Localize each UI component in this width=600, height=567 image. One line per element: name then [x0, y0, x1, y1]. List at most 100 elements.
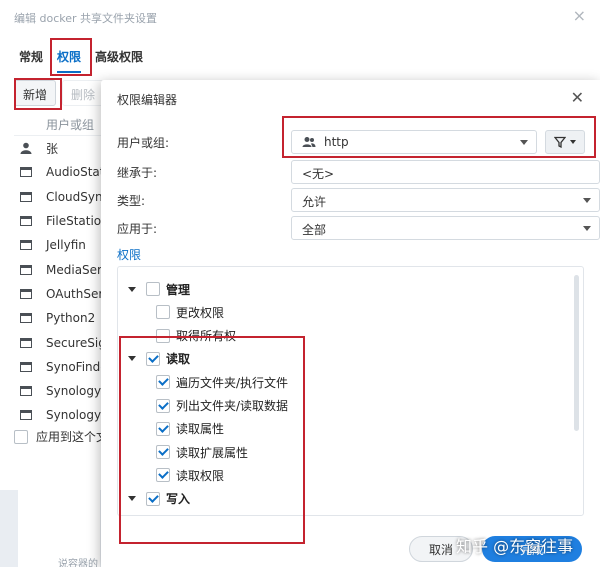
- tree-item-label: 读取权限: [176, 468, 225, 483]
- tree-item-row[interactable]: 列出文件夹/读取数据: [156, 396, 288, 416]
- list-item-label: Jellyfin: [46, 238, 86, 253]
- list-item-label: Python2: [46, 311, 96, 326]
- checkbox-unchecked[interactable]: [146, 282, 160, 296]
- list-item[interactable]: SynologyA: [14, 379, 114, 403]
- list-item-label: SynoFinde: [46, 359, 108, 374]
- close-icon[interactable]: ×: [573, 6, 586, 25]
- checkbox-unchecked[interactable]: [156, 305, 170, 320]
- list-item-label: CloudSync: [46, 189, 110, 204]
- tree-item-label: 读取属性: [176, 422, 225, 437]
- list-item[interactable]: 张: [14, 136, 114, 160]
- checkbox-checked[interactable]: [156, 445, 170, 460]
- list-item-label: SynologyA: [46, 384, 110, 399]
- list-item-label: AudioStat: [46, 165, 105, 180]
- app-window-icon: [14, 410, 38, 421]
- list-header: 用户或组: [14, 112, 114, 136]
- tree-item-label: 读取: [166, 352, 191, 367]
- app-window-icon: [14, 264, 38, 275]
- inherit-label: 继承于:: [117, 166, 158, 180]
- app-window-icon: [14, 386, 38, 397]
- apply-to-subfolders[interactable]: 应用到这个文: [14, 428, 108, 445]
- expand-arrow-icon[interactable]: [128, 286, 136, 292]
- type-value: 允许: [302, 195, 327, 209]
- list-item[interactable]: FileStation: [14, 209, 114, 233]
- list-item[interactable]: MediaServ: [14, 257, 114, 281]
- filter-icon: [554, 136, 566, 148]
- checkbox-checked[interactable]: [156, 421, 170, 436]
- list-item[interactable]: Jellyfin: [14, 233, 114, 257]
- app-window-icon: [14, 337, 38, 348]
- app-window-icon: [14, 288, 38, 299]
- user-icon: [14, 142, 38, 155]
- tab-general[interactable]: 常规: [12, 40, 50, 72]
- expand-arrow-icon[interactable]: [128, 356, 136, 362]
- tree-item-label: 写入: [166, 492, 191, 507]
- apply-to-select[interactable]: 全部: [291, 216, 600, 240]
- dialog-title: 权限编辑器: [117, 93, 178, 107]
- tree-item-label: 读取扩展属性: [176, 445, 249, 460]
- tree-item-row[interactable]: 更改权限: [156, 302, 224, 322]
- tree-group-row[interactable]: 写入: [128, 489, 190, 509]
- inherit-field: <无>: [291, 160, 600, 184]
- tree-scrollbar[interactable]: [574, 275, 579, 431]
- list-item[interactable]: SynoFinde: [14, 355, 114, 379]
- user-group-select[interactable]: http: [291, 130, 537, 154]
- permission-tree: 管理更改权限取得所有权读取遍历文件夹/执行文件列出文件夹/读取数据读取属性读取扩…: [117, 266, 584, 516]
- add-button[interactable]: 新增: [14, 80, 57, 106]
- expand-arrow-icon[interactable]: [128, 496, 136, 502]
- user-group-label: 用户或组:: [117, 136, 170, 150]
- type-label: 类型:: [117, 194, 146, 208]
- list-item-label: MediaServ: [46, 262, 110, 277]
- permission-toolbar: 新增 删除: [14, 80, 105, 106]
- app-window-icon: [14, 167, 38, 178]
- filter-button[interactable]: [545, 130, 585, 154]
- app-window-icon: [14, 313, 38, 324]
- checkbox-checked[interactable]: [156, 468, 170, 483]
- checkbox-checked[interactable]: [156, 375, 170, 390]
- checkbox-checked[interactable]: [146, 351, 160, 366]
- inherit-value: <无>: [302, 167, 335, 181]
- tree-item-label: 取得所有权: [176, 329, 237, 344]
- list-item[interactable]: Python2: [14, 306, 114, 330]
- delete-button[interactable]: 删除: [62, 80, 105, 106]
- tree-item-row[interactable]: 遍历文件夹/执行文件: [156, 372, 288, 392]
- list-item[interactable]: SecureSig: [14, 330, 114, 354]
- tree-item-label: 管理: [166, 282, 191, 297]
- chevron-down-icon: [583, 198, 591, 203]
- app-window-icon: [14, 361, 38, 372]
- apply-to-label: 应用于:: [117, 222, 158, 236]
- apply-label: 应用到这个文: [36, 430, 109, 444]
- group-users-icon: [302, 137, 316, 147]
- permission-editor-dialog: 权限编辑器 ✕ 用户或组: http 继承于: <无> 类型: 允许 应用于: …: [101, 80, 600, 567]
- type-select[interactable]: 允许: [291, 188, 600, 212]
- list-item[interactable]: SynologyF: [14, 403, 114, 427]
- tree-item-row[interactable]: 读取属性: [156, 419, 224, 439]
- tree-item-label: 遍历文件夹/执行文件: [176, 375, 289, 390]
- user-group-list: 用户或组 张 AudioStat CloudSync FileStation Jelly…: [14, 112, 114, 428]
- list-item[interactable]: AudioStat: [14, 160, 114, 184]
- chevron-down-icon: [583, 226, 591, 231]
- permissions-section-title: 权限: [117, 248, 142, 262]
- list-item[interactable]: OAuthServ: [14, 282, 114, 306]
- list-item-label: 张: [46, 141, 59, 156]
- checkbox-checked[interactable]: [156, 398, 170, 413]
- checkbox-unchecked[interactable]: [156, 328, 170, 343]
- tree-item-row[interactable]: 读取扩展属性: [156, 442, 248, 462]
- app-window-icon: [14, 191, 38, 202]
- app-window-icon: [14, 216, 38, 227]
- tab-permissions[interactable]: 权限: [50, 40, 88, 72]
- tree-item-row[interactable]: 读取权限: [156, 465, 224, 485]
- tree-item-row[interactable]: 取得所有权: [156, 326, 236, 346]
- tab-advanced-permissions[interactable]: 高级权限: [88, 40, 150, 72]
- list-item-label: FileStation: [46, 214, 109, 229]
- apply-checkbox[interactable]: [14, 429, 28, 444]
- tree-group-row[interactable]: 读取: [128, 349, 190, 369]
- list-item[interactable]: CloudSync: [14, 185, 114, 209]
- window-title: 编辑 docker 共享文件夹设置: [14, 12, 158, 25]
- tree-item-label: 更改权限: [176, 305, 225, 320]
- close-icon[interactable]: ✕: [571, 88, 584, 107]
- checkbox-checked[interactable]: [146, 491, 160, 506]
- app-window-icon: [14, 240, 38, 251]
- tree-group-row[interactable]: 管理: [128, 279, 190, 299]
- chevron-down-icon: [570, 140, 576, 144]
